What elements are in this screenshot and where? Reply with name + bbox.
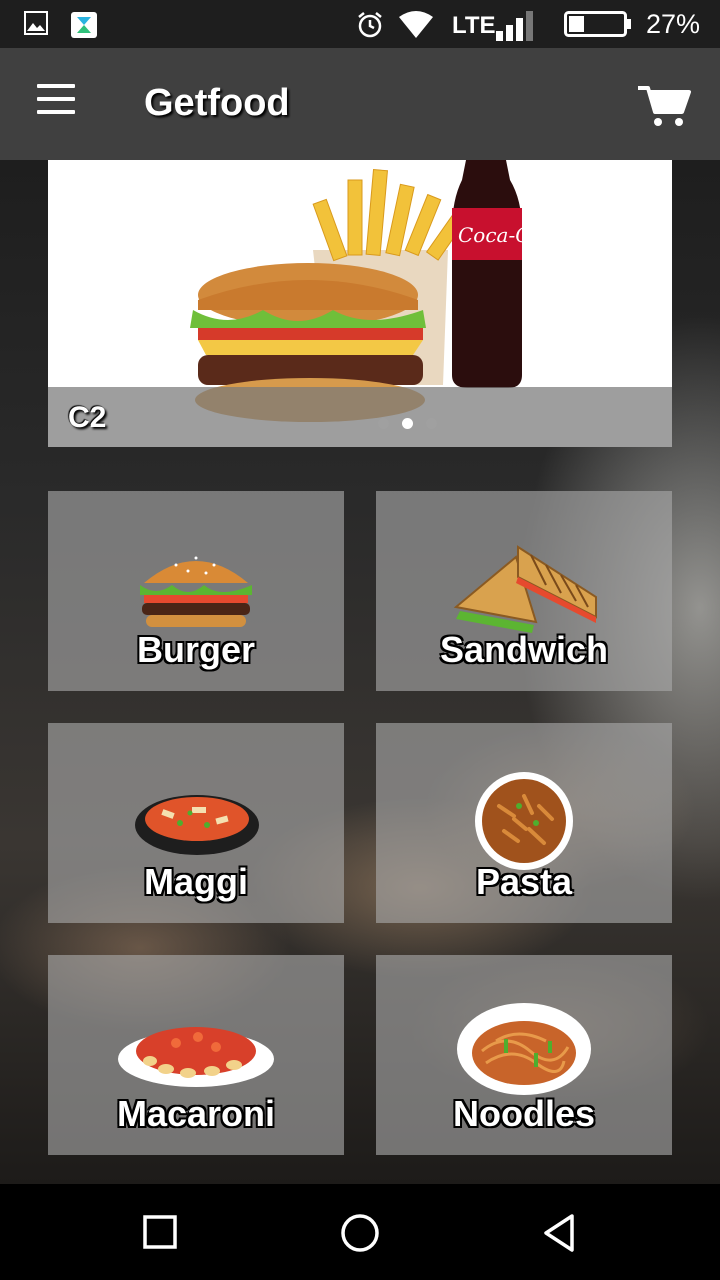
carousel-indicator [378,415,450,430]
category-label: Noodles [452,1093,595,1134]
battery-icon [564,11,631,37]
category-label: Pasta [475,861,573,902]
recent-apps-icon[interactable] [140,1212,180,1252]
shopping-cart-icon[interactable] [636,82,692,128]
app-bar: Getfood [0,48,720,160]
category-label: Sandwich [439,629,609,670]
category-label: Macaroni [116,1093,276,1134]
noodles-icon [457,1003,591,1095]
signal-icon [496,11,533,41]
pasta-icon [475,772,573,870]
promo-banner-carousel[interactable]: Coca-Cola C2 [48,160,672,447]
sandwich-icon [453,545,597,633]
svg-text:Coca-Cola: Coca-Cola [458,223,561,247]
gallery-icon [24,11,48,35]
category-label: Burger [136,629,256,670]
category-tile-sandwich[interactable]: Sandwich [376,491,672,691]
banner-caption: C2 [48,387,672,447]
alarm-icon [358,12,382,38]
wifi-icon [399,11,433,38]
home-icon[interactable] [338,1212,382,1254]
macaroni-icon [118,1027,274,1087]
category-tile-noodles[interactable]: Noodles [376,955,672,1155]
hamburger-menu-icon[interactable] [30,84,82,124]
network-type: LTE [452,12,496,39]
maggi-icon [135,795,259,855]
carousel-dot-1[interactable] [378,418,389,430]
status-bar: LTE 27% [0,0,720,48]
battery-percent: 27% [645,9,700,39]
carousel-dot-3[interactable] [426,418,437,430]
back-icon[interactable] [540,1212,580,1254]
banner-label: C2 [68,401,107,434]
app-notification-icon [71,12,97,38]
app-title: Getfood [144,82,290,124]
category-tile-burger[interactable]: Burger [48,491,344,691]
category-tile-pasta[interactable]: Pasta [376,723,672,923]
category-tile-macaroni[interactable]: Macaroni [48,955,344,1155]
burger-icon [140,556,252,627]
system-nav-bar [0,1184,720,1280]
category-tile-maggi[interactable]: Maggi [48,723,344,923]
carousel-dot-2[interactable] [402,418,413,430]
category-label: Maggi [144,861,248,902]
